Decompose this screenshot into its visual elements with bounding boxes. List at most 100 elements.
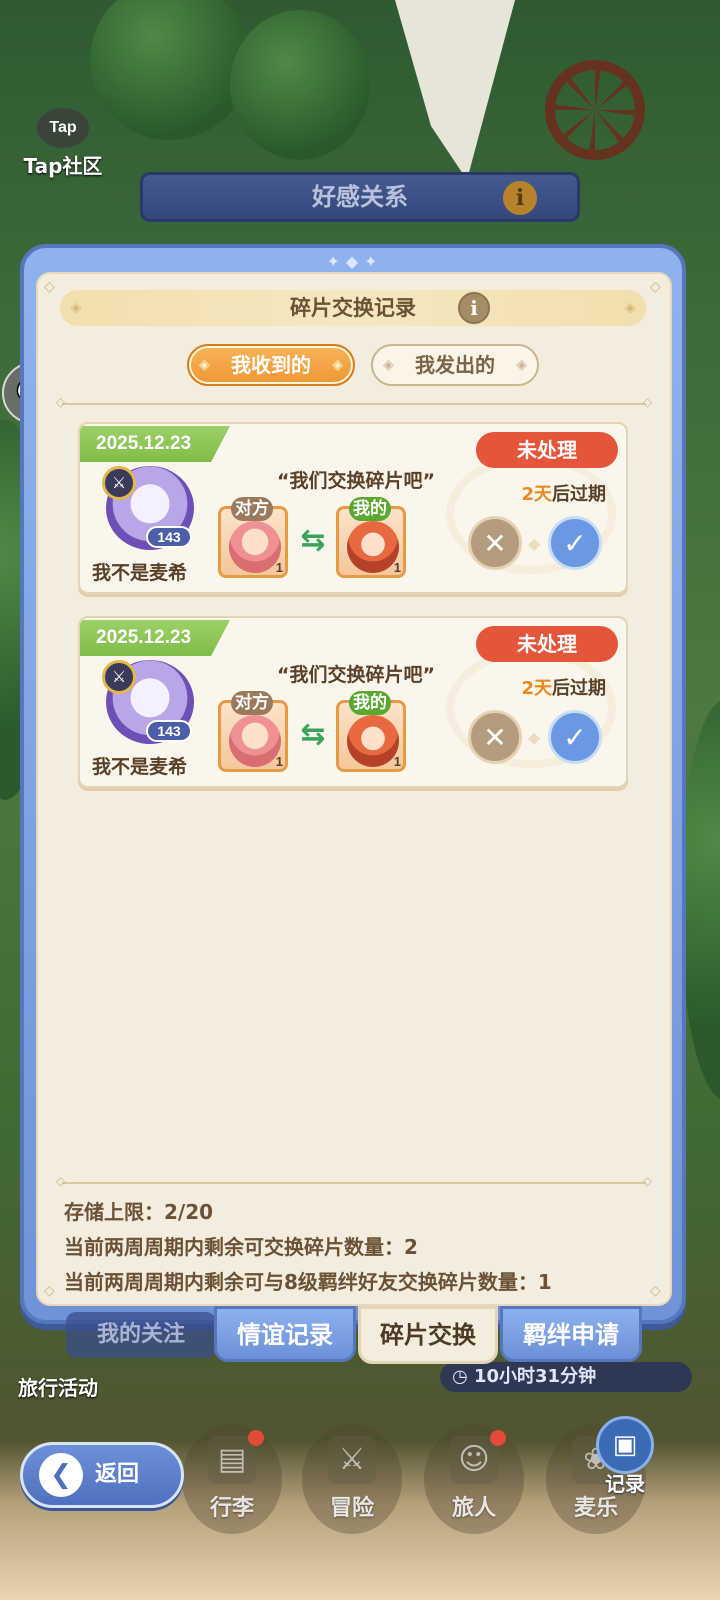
diamond-icon: ◈ — [516, 357, 527, 373]
panel-ornament-icon: ✦◆✦ — [326, 252, 384, 271]
back-button[interactable]: ❮ 返回 — [20, 1442, 184, 1508]
exchange-record-card: 2025.12.23 ⚔ 143 我不是麦希 “我们交换碎片吧” 对方 1 ⇆ … — [78, 422, 628, 594]
timer-text: 10小时31分钟 — [473, 1366, 597, 1387]
sword-badge-icon: ⚔ — [102, 466, 136, 500]
record-button[interactable]: ▣ 记录 — [590, 1416, 660, 1500]
user-level-badge: 143 — [146, 720, 192, 742]
tab-bond-request[interactable]: 羁绊申请 — [500, 1306, 642, 1362]
close-icon: ✕ — [483, 527, 507, 560]
chest-icon: ▤ — [208, 1436, 256, 1484]
back-label: 返回 — [95, 1462, 140, 1487]
sword-badge-icon: ⚔ — [102, 660, 136, 694]
reject-button[interactable]: ✕ — [468, 710, 522, 764]
tree-decoration — [230, 10, 370, 160]
event-timer: ◷ 10小时31分钟 — [440, 1362, 692, 1392]
character-portrait-icon — [229, 521, 281, 573]
user-avatar[interactable]: ⚔ 143 — [102, 660, 198, 746]
diamond-icon: ◆ — [528, 728, 541, 747]
storage-limit: 存储上限：2/20 — [64, 1200, 214, 1224]
tap-community-label: Tap社区 — [23, 154, 103, 178]
favor-info-icon[interactable]: i — [503, 181, 537, 215]
panel-title: 碎片交换记录 — [290, 296, 416, 320]
diamond-icon: ◈ — [332, 357, 343, 373]
user-name: 我不是麦希 — [92, 756, 188, 778]
other-fragment: 对方 1 — [218, 497, 288, 578]
corner-ornament-icon: ◇ — [44, 1283, 55, 1299]
nav-item-luggage[interactable]: ▤ 行李 — [182, 1424, 282, 1534]
diamond-icon: ◈ — [199, 357, 210, 373]
divider — [56, 395, 652, 409]
favor-relation-header: 好感关系 i — [140, 172, 580, 222]
crossed-swords-icon: ⚔ — [328, 1436, 376, 1484]
exchange-message: “我们交换碎片吧” — [277, 664, 435, 686]
my-fragment: 我的 1 — [336, 497, 406, 578]
notification-dot — [248, 1430, 264, 1446]
swap-arrows-icon: ⇆ — [300, 717, 326, 752]
character-portrait-icon — [229, 715, 281, 767]
panel-title-bar: ◈ 碎片交换记录 ◈ — [60, 290, 646, 326]
favor-relation-title: 好感关系 — [312, 183, 408, 211]
my-fragment-tag: 我的 — [349, 497, 391, 521]
status-badge: 未处理 — [476, 626, 618, 662]
clock-icon: ◷ — [452, 1366, 474, 1387]
diamond-icon: ◆ — [528, 534, 541, 553]
my-fragment: 我的 1 — [336, 691, 406, 772]
travel-activity-label: 旅行活动 — [18, 1376, 98, 1400]
expire-suffix: 后过期 — [552, 678, 606, 699]
corner-ornament-icon: ◇ — [650, 279, 661, 295]
subtab-received[interactable]: ◈ 我收到的 ◈ — [187, 344, 355, 386]
tap-community-button[interactable]: Tap Tap社区 — [18, 108, 108, 179]
tab-bond-request-label: 羁绊申请 — [523, 1321, 619, 1349]
user-level-badge: 143 — [146, 526, 192, 548]
wheel-decoration — [545, 60, 645, 160]
character-portrait-icon — [347, 715, 399, 767]
other-fragment-count: 1 — [275, 754, 283, 769]
diamond-icon: ◈ — [70, 300, 82, 316]
corner-ornament-icon: ◇ — [650, 1283, 661, 1299]
my-fragment-count: 1 — [393, 754, 401, 769]
record-date: 2025.12.23 — [80, 620, 230, 656]
expire-info: 2天后过期 — [521, 674, 606, 700]
accept-button[interactable]: ✓ — [548, 516, 602, 570]
my-follow-tab: 我的关注 — [66, 1312, 216, 1358]
other-fragment-tag: 对方 — [231, 497, 273, 521]
subtab-sent[interactable]: ◈ 我发出的 ◈ — [371, 344, 539, 386]
nav-item-adventure[interactable]: ⚔ 冒险 — [302, 1424, 402, 1534]
other-fragment-tag: 对方 — [231, 691, 273, 715]
nav-item-label: 旅人 — [451, 1496, 496, 1521]
tree-decoration — [680, 700, 720, 1100]
close-icon: ✕ — [483, 721, 507, 754]
record-date: 2025.12.23 — [80, 426, 230, 462]
status-badge: 未处理 — [476, 432, 618, 468]
divider — [56, 1174, 652, 1188]
tab-friendship-record[interactable]: 情谊记录 — [214, 1306, 356, 1362]
accept-button[interactable]: ✓ — [548, 710, 602, 764]
exchange-record-card: 2025.12.23 ⚔ 143 我不是麦希 “我们交换碎片吧” 对方 1 ⇆ … — [78, 616, 628, 788]
user-avatar[interactable]: ⚔ 143 — [102, 466, 198, 552]
nav-item-label: 行李 — [209, 1496, 254, 1521]
tap-logo-icon: Tap — [37, 108, 89, 148]
tab-fragment-exchange-label: 碎片交换 — [380, 1321, 476, 1349]
other-fragment: 对方 1 — [218, 691, 288, 772]
sail-decoration — [395, 0, 515, 180]
check-icon: ✓ — [563, 721, 587, 754]
swap-arrows-icon: ⇆ — [300, 523, 326, 558]
info-icon[interactable]: i — [458, 292, 490, 324]
tree-decoration — [90, 0, 250, 140]
other-fragment-count: 1 — [275, 560, 283, 575]
remaining-exchange-count: 当前两周周期内剩余可交换碎片数量：2 — [64, 1235, 418, 1259]
my-fragment-tag: 我的 — [349, 691, 391, 715]
diamond-icon: ◈ — [624, 300, 636, 316]
subtab-sent-label: 我发出的 — [415, 353, 495, 377]
user-name: 我不是麦希 — [92, 562, 188, 584]
reject-button[interactable]: ✕ — [468, 516, 522, 570]
back-arrow-icon: ❮ — [39, 1453, 83, 1497]
tab-fragment-exchange[interactable]: 碎片交换 — [358, 1306, 498, 1364]
nav-item-traveler[interactable]: ☺ 旅人 — [424, 1424, 524, 1534]
expire-days: 2天 — [521, 678, 552, 699]
character-icon: ☺ — [450, 1436, 498, 1484]
expire-days: 2天 — [521, 484, 552, 505]
expire-info: 2天后过期 — [521, 480, 606, 506]
remaining-lv8-exchange-count: 当前两周周期内剩余可与8级羁绊好友交换碎片数量：1 — [64, 1270, 552, 1294]
notification-dot — [490, 1430, 506, 1446]
